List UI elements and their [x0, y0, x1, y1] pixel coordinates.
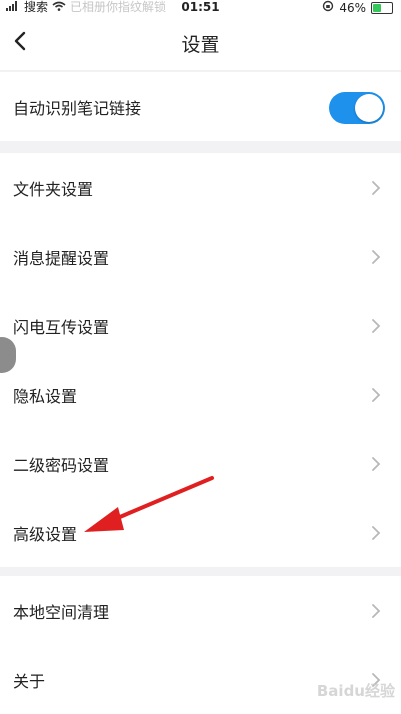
settings-row-label: 隐私设置: [13, 386, 78, 406]
chevron-right-icon: [372, 604, 381, 618]
settings-row-flash-transfer[interactable]: 闪电互传设置: [0, 291, 401, 360]
settings-row-folder[interactable]: 文件夹设置: [0, 153, 401, 222]
toggle-knob: [355, 94, 383, 122]
settings-row-label: 自动识别笔记链接: [13, 98, 142, 118]
chevron-right-icon: [372, 250, 381, 264]
auto-link-toggle[interactable]: [329, 92, 385, 124]
settings-group-main: 文件夹设置 消息提醒设置 闪电互传设置 隐私设置 二级密码设置 高级设置: [0, 153, 401, 567]
page-title: 设置: [181, 34, 220, 56]
battery-level: [373, 3, 381, 12]
chevron-right-icon: [372, 181, 381, 195]
settings-row-label: 二级密码设置: [13, 455, 110, 475]
status-right: 46%: [322, 0, 393, 15]
settings-row-label: 消息提醒设置: [13, 248, 110, 268]
watermark-logo: Baidu经验: [316, 682, 395, 700]
settings-row-label: 本地空间清理: [13, 602, 110, 622]
battery-icon: [371, 1, 393, 14]
settings-row-label: 闪电互传设置: [13, 317, 110, 337]
settings-row-secondary-password[interactable]: 二级密码设置: [0, 429, 401, 498]
rotation-lock-icon: [322, 0, 334, 15]
settings-row-notifications[interactable]: 消息提醒设置: [0, 222, 401, 291]
chevron-right-icon: [372, 526, 381, 540]
settings-row-label: 关于: [13, 671, 46, 691]
chevron-right-icon: [372, 319, 381, 333]
settings-row-privacy[interactable]: 隐私设置: [0, 360, 401, 429]
settings-row-auto-link: 自动识别笔记链接: [0, 72, 401, 141]
chevron-right-icon: [372, 388, 381, 402]
battery-percent: 46%: [339, 0, 366, 15]
chevron-right-icon: [372, 457, 381, 471]
nav-bar: 设置: [0, 14, 401, 70]
settings-row-label: 文件夹设置: [13, 179, 94, 199]
settings-row-advanced[interactable]: 高级设置: [0, 498, 401, 567]
settings-row-storage-cleanup[interactable]: 本地空间清理: [0, 576, 401, 645]
status-bar: 搜索 已相册你指纹解锁 01:51 46%: [0, 0, 401, 15]
settings-row-label: 高级设置: [13, 524, 78, 544]
settings-group-sync: 自动识别笔记链接: [0, 72, 401, 141]
